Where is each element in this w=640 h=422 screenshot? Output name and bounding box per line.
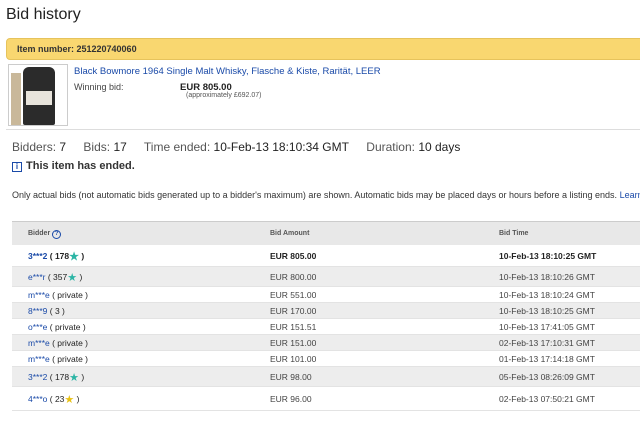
bids-value: 17 [113,140,127,154]
bid-time-cell: 10-Feb-13 18:10:25 GMT [499,306,595,316]
feedback-score: ( 3 ) [49,306,65,316]
bidder-name-link[interactable]: 3***2 [28,372,47,382]
winning-bid-approx: (approximately £692.07) [186,92,262,99]
bid-amount-cell: EUR 170.00 [270,306,317,316]
bidder-cell: 4***o ( 23 ★ ) [28,394,80,406]
page-title: Bid history [6,6,81,23]
bid-time-cell: 05-Feb-13 08:26:09 GMT [499,372,595,382]
table-row: 3***2 ( 178 ★ ) EUR 805.00 10-Feb-13 18:10… [12,245,640,267]
box-image [11,73,21,125]
item-number: Item number: 251220740060 [17,44,137,54]
duration-label: Duration: [366,140,415,154]
bidders-label: Bidders: [12,140,57,154]
feedback-score: ( private ) [49,322,86,332]
bid-amount-cell: EUR 800.00 [270,272,317,282]
bids-note-text: Only actual bids (not automatic bids gen… [12,190,618,200]
ended-text: This item has ended. [26,160,135,172]
feedback-score-close: ) [76,394,80,404]
bid-history-table: Bidder? Bid Amount Bid Time 3***2 ( 178 … [12,221,640,411]
bid-amount-cell: EUR 96.00 [270,394,312,404]
item-thumbnail[interactable] [8,64,68,126]
bid-amount-cell: EUR 151.51 [270,322,317,332]
table-header: Bidder? Bid Amount Bid Time [12,221,640,245]
bid-amount-cell: EUR 101.00 [270,354,317,364]
feedback-score: ( private ) [52,354,89,364]
bid-stats: Bidders: 7 Bids: 17 Time ended: 10-Feb-1… [12,140,460,154]
feedback-star-icon: ★ [64,394,75,406]
bid-amount-cell: EUR 151.00 [270,338,317,348]
bidder-name-link[interactable]: 4***o [28,394,47,404]
item-summary: Black Bowmore 1964 Single Malt Whisky, F… [6,60,640,130]
time-ended-label: Time ended: [143,140,211,154]
bidder-name-link[interactable]: o***e [28,322,47,332]
winning-bid-label: Winning bid: [74,82,124,92]
feedback-score-close: ) [81,372,85,382]
bidder-cell: m***e ( private ) [28,290,88,300]
table-row: 4***o ( 23 ★ ) EUR 96.00 02-Feb-13 07:50:2… [12,387,640,411]
feedback-score: ( 357 [47,272,68,282]
info-icon: i [12,162,22,172]
bid-time-cell: 02-Feb-13 17:10:31 GMT [499,338,595,348]
bid-time-cell: 01-Feb-13 17:14:18 GMT [499,354,595,364]
table-body: 3***2 ( 178 ★ ) EUR 805.00 10-Feb-13 18:10… [12,245,640,411]
bidder-name-link[interactable]: m***e [28,338,50,348]
feedback-score: ( 23 [49,394,65,404]
bid-time-cell: 10-Feb-13 17:41:05 GMT [499,322,595,332]
table-row: m***e ( private ) EUR 551.00 10-Feb-13 18:… [12,287,640,303]
bid-amount-cell: EUR 98.00 [270,372,312,382]
feedback-score: ( 178 [49,372,70,382]
feedback-score-close: ) [81,251,85,261]
item-number-bar: Item number: 251220740060 [6,38,640,60]
feedback-score: ( private ) [52,290,89,300]
learn-more-link[interactable]: Learn mor [620,190,640,200]
table-row: 3***2 ( 178 ★ ) EUR 98.00 05-Feb-13 08:26:… [12,367,640,387]
header-bid-amount: Bid Amount [270,230,310,237]
bidders-value: 7 [59,140,67,154]
bidder-cell: 3***2 ( 178 ★ ) [28,251,85,263]
feedback-score-close: ) [79,272,83,282]
bid-time-cell: 10-Feb-13 18:10:25 GMT [499,251,597,261]
feedback-star-icon: ★ [69,251,80,263]
bids-label: Bids: [83,140,111,154]
bidder-name-link[interactable]: m***e [28,354,50,364]
time-ended-value: 10-Feb-13 18:10:34 GMT [213,140,349,154]
feedback-score: ( private ) [52,338,89,348]
table-row: m***e ( private ) EUR 101.00 01-Feb-13 17:… [12,351,640,367]
bottle-label-image [26,91,52,105]
header-bidder-label: Bidder [28,230,51,237]
bidder-cell: m***e ( private ) [28,354,88,364]
bidder-name-link[interactable]: m***e [28,290,50,300]
bidder-cell: 8***9 ( 3 ) [28,306,65,316]
bidder-cell: m***e ( private ) [28,338,88,348]
item-title-link[interactable]: Black Bowmore 1964 Single Malt Whisky, F… [74,66,381,77]
table-row: 8***9 ( 3 ) EUR 170.00 10-Feb-13 18:10:25 … [12,303,640,319]
bids-note: Only actual bids (not automatic bids gen… [12,190,640,200]
header-bid-time: Bid Time [499,230,529,237]
header-bidder: Bidder? [28,230,62,239]
bidder-name-link[interactable]: 3***2 [28,251,47,261]
bidder-cell: 3***2 ( 178 ★ ) [28,372,85,384]
bidder-cell: e***r ( 357 ★ ) [28,272,83,284]
table-row: e***r ( 357 ★ ) EUR 800.00 10-Feb-13 18:10… [12,267,640,287]
help-icon[interactable]: ? [52,230,62,239]
duration-value: 10 days [418,140,461,154]
feedback-star-icon: ★ [69,372,80,384]
bidder-name-link[interactable]: e***r [28,272,45,282]
bid-time-cell: 10-Feb-13 18:10:26 GMT [499,272,595,282]
feedback-score: ( 178 [49,251,70,261]
feedback-star-icon: ★ [67,272,78,284]
bidder-cell: o***e ( private ) [28,322,86,332]
bid-time-cell: 02-Feb-13 07:50:21 GMT [499,394,595,404]
bidder-name-link[interactable]: 8***9 [28,306,47,316]
ended-notice: i This item has ended. [12,160,135,172]
bid-amount-cell: EUR 551.00 [270,290,317,300]
table-row: m***e ( private ) EUR 151.00 02-Feb-13 17:… [12,335,640,351]
bid-time-cell: 10-Feb-13 18:10:24 GMT [499,290,595,300]
table-row: o***e ( private ) EUR 151.51 10-Feb-13 17:… [12,319,640,335]
bid-amount-cell: EUR 805.00 [270,251,317,261]
